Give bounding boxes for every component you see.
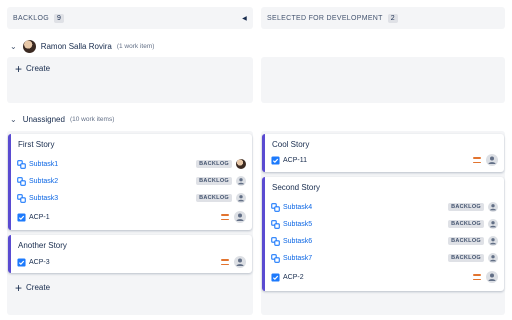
selected-cell-ramon [261, 57, 505, 103]
subtask-row[interactable]: Subtask7 BACKLOG [271, 252, 498, 264]
swimlane-count: (10 work items) [69, 116, 115, 123]
card-title: First Story [18, 140, 55, 149]
subtask-row[interactable]: Subtask6 BACKLOG [271, 235, 498, 247]
subtask-link[interactable]: Subtask6 [283, 238, 312, 245]
priority-medium-icon [473, 274, 481, 280]
swimlane-name: Ramon Salla Rovira [40, 42, 112, 51]
subtask-row[interactable]: Subtask2 BACKLOG [17, 175, 246, 187]
subtask-row[interactable]: Subtask1 BACKLOG [17, 158, 246, 170]
subtask-icon [271, 237, 280, 246]
subtask-row[interactable]: Subtask3 BACKLOG [17, 192, 246, 204]
column-title: SELECTED FOR DEVELOPMENT [267, 14, 383, 22]
status-badge: BACKLOG [196, 194, 232, 202]
assignee-avatar-icon[interactable] [486, 154, 498, 166]
assignee-avatar-icon[interactable] [234, 256, 246, 268]
unassigned-avatar-icon [488, 202, 498, 212]
story-card-cool-story[interactable]: Cool Story ACP-11 [262, 134, 504, 172]
column-header-selected-for-development[interactable]: SELECTED FOR DEVELOPMENT 2 [261, 7, 505, 29]
column-title: BACKLOG [13, 14, 49, 22]
story-card-second-story[interactable]: Second Story Subtask4 BACKLOG Subtask5 B… [262, 177, 504, 291]
create-button[interactable]: + Create [15, 61, 51, 76]
avatar [22, 40, 36, 53]
subtask-icon [271, 254, 280, 263]
unassigned-avatar-icon [488, 219, 498, 229]
unassigned-avatar-icon [488, 253, 498, 263]
column-count-badge: 9 [53, 13, 65, 23]
subtask-link[interactable]: Subtask3 [29, 195, 58, 202]
chevron-down-icon[interactable]: ⌄ [10, 115, 17, 124]
subtask-row[interactable]: Subtask5 BACKLOG [271, 218, 498, 230]
subtask-icon [271, 220, 280, 229]
issue-key[interactable]: ACP-2 [283, 274, 304, 281]
card-title: Second Story [272, 183, 321, 192]
subtask-row[interactable]: Subtask4 BACKLOG [271, 201, 498, 213]
triangle-left-icon[interactable]: ◀ [242, 15, 247, 22]
subtask-link[interactable]: Subtask4 [283, 204, 312, 211]
card-footer: ACP-11 [271, 154, 498, 166]
priority-medium-icon [221, 214, 229, 220]
assignee-avatar-icon[interactable] [234, 211, 246, 223]
swimlane-name: Unassigned [22, 115, 65, 124]
status-badge: BACKLOG [196, 177, 232, 185]
story-card-another-story[interactable]: Another Story ACP-3 [8, 235, 252, 273]
plus-icon: + [15, 280, 23, 295]
task-icon [271, 156, 280, 165]
issue-key[interactable]: ACP-1 [29, 214, 50, 221]
unassigned-avatar-icon [236, 193, 246, 203]
task-icon [17, 213, 26, 222]
avatar [236, 159, 246, 169]
plus-icon: + [15, 61, 23, 76]
issue-key[interactable]: ACP-11 [283, 157, 307, 164]
priority-medium-icon [473, 157, 481, 163]
swimlane-header-unassigned[interactable]: ⌄ Unassigned (10 work items) [10, 115, 114, 124]
subtask-link[interactable]: Subtask1 [29, 161, 58, 168]
create-label: Create [26, 283, 51, 292]
subtask-icon [271, 203, 280, 212]
status-badge: BACKLOG [196, 160, 232, 168]
card-title: Cool Story [272, 140, 310, 149]
card-footer: ACP-1 [17, 211, 246, 223]
card-footer: ACP-2 [271, 271, 498, 283]
assignee-avatar-icon[interactable] [486, 271, 498, 283]
unassigned-avatar-icon [488, 236, 498, 246]
subtask-icon [17, 194, 26, 203]
status-badge: BACKLOG [448, 254, 484, 262]
card-title: Another Story [18, 241, 67, 250]
card-footer: ACP-3 [17, 256, 246, 268]
subtask-link[interactable]: Subtask5 [283, 221, 312, 228]
priority-medium-icon [221, 259, 229, 265]
swimlane-header-ramon[interactable]: ⌄ Ramon Salla Rovira (1 work item) [10, 40, 154, 53]
chevron-down-icon[interactable]: ⌄ [10, 42, 17, 51]
story-card-first-story[interactable]: First Story Subtask1 BACKLOG Subtask2 BA… [8, 134, 252, 230]
task-icon [271, 273, 280, 282]
unassigned-avatar-icon [236, 176, 246, 186]
create-button[interactable]: + Create [15, 280, 51, 295]
issue-key[interactable]: ACP-3 [29, 259, 50, 266]
column-count-badge: 2 [387, 13, 398, 23]
subtask-icon [17, 160, 26, 169]
subtask-icon [17, 177, 26, 186]
status-badge: BACKLOG [448, 237, 484, 245]
status-badge: BACKLOG [448, 220, 484, 228]
swimlane-count: (1 work item) [116, 43, 155, 50]
column-header-backlog[interactable]: BACKLOG 9 ◀ [7, 7, 253, 29]
status-badge: BACKLOG [448, 203, 484, 211]
subtask-link[interactable]: Subtask7 [283, 255, 312, 262]
create-label: Create [26, 64, 51, 73]
task-icon [17, 258, 26, 267]
subtask-link[interactable]: Subtask2 [29, 178, 58, 185]
